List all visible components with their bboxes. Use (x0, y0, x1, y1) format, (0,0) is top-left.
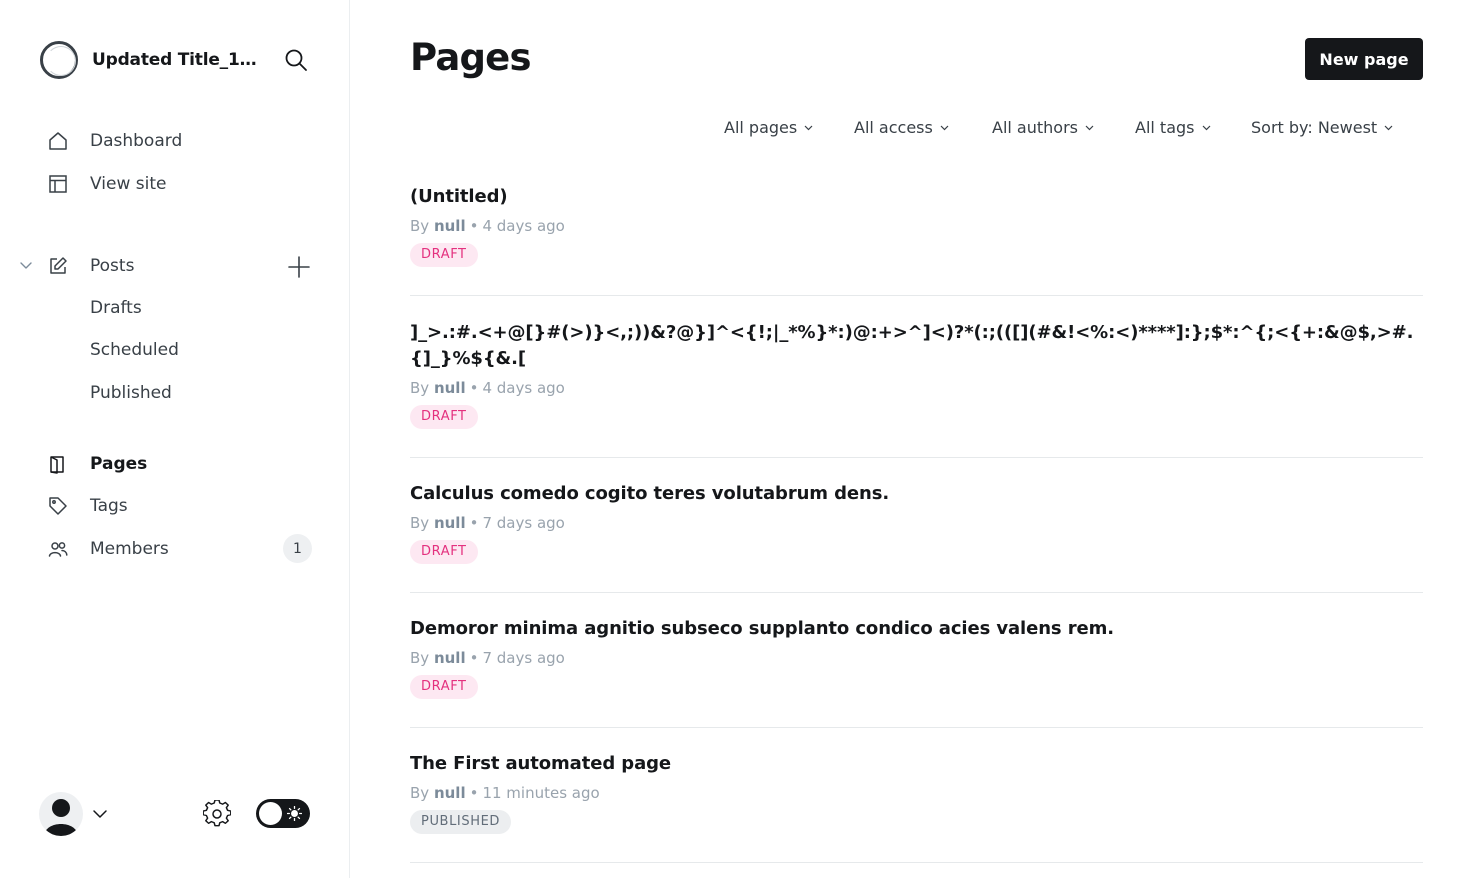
chevron-down-icon (1384, 125, 1393, 131)
post-author: null (433, 649, 466, 667)
toggle-knob (259, 802, 282, 825)
post-meta: By null • 4 days ago (410, 217, 565, 235)
post-by: By (410, 649, 430, 667)
nav-dashboard[interactable]: Dashboard (40, 124, 320, 158)
home-icon (49, 132, 67, 150)
post-title: Demoror minima agnitio subseco supplanto… (410, 618, 1114, 639)
post-time: 7 days ago (482, 649, 565, 667)
new-page-button[interactable]: New page (1305, 38, 1423, 80)
post-author: null (433, 784, 466, 802)
chevron-down-icon[interactable] (18, 257, 34, 273)
nav-drafts[interactable]: Drafts (90, 298, 142, 318)
nav-posts-label: Posts (90, 256, 135, 276)
filter-all-authors-label: All authors (992, 118, 1078, 137)
site-title[interactable]: Updated Title_17... (92, 50, 264, 70)
site-logo-icon[interactable] (40, 41, 78, 79)
post-time: 11 minutes ago (482, 784, 600, 802)
chevron-down-icon (1085, 125, 1094, 131)
plus-icon[interactable] (286, 254, 312, 280)
post-title: Calculus comedo cogito teres volutabrum … (410, 483, 890, 504)
nav-dashboard-label: Dashboard (90, 131, 183, 151)
theme-toggle[interactable] (256, 799, 310, 828)
avatar-icon[interactable] (39, 792, 83, 836)
post-meta: By null • 11 minutes ago (410, 784, 600, 802)
list-item[interactable]: Demoror minima agnitio subseco supplanto… (410, 616, 1423, 728)
post-by: By (410, 514, 430, 532)
layout-icon (49, 175, 67, 193)
filter-all-tags-label: All tags (1135, 118, 1195, 137)
post-title: The First automated page (410, 753, 672, 774)
nav-pages[interactable]: Pages (40, 447, 320, 481)
nav-pages-label: Pages (90, 454, 148, 474)
main-content: Pages New page All pages All access All … (350, 0, 1483, 878)
edit-icon (50, 257, 67, 274)
post-time: 4 days ago (482, 379, 565, 397)
site-header: Updated Title_17... (40, 40, 320, 80)
post-by: By (410, 379, 430, 397)
status-badge: DRAFT (410, 405, 478, 429)
post-meta: By null • 4 days ago (410, 379, 565, 397)
sidebar: Updated Title_17... Dashboard View site … (0, 0, 350, 878)
nav-view-site[interactable]: View site (40, 167, 320, 201)
filter-all-access[interactable]: All access (854, 118, 949, 137)
list-item[interactable]: Calculus comedo cogito teres volutabrum … (410, 481, 1423, 593)
page-icon (50, 456, 64, 474)
filter-all-authors[interactable]: All authors (992, 118, 1094, 137)
nav-scheduled[interactable]: Scheduled (90, 340, 179, 360)
chevron-down-icon (940, 125, 949, 131)
filter-all-access-label: All access (854, 118, 933, 137)
members-count-badge: 1 (283, 534, 312, 563)
chevron-down-icon (804, 125, 813, 131)
nav-posts[interactable]: Posts (40, 249, 280, 283)
page-title: Pages (410, 36, 532, 79)
post-author: null (433, 514, 466, 532)
nav-tags-label: Tags (90, 496, 128, 516)
filter-sort-label: Sort by: Newest (1251, 118, 1378, 137)
nav-tags[interactable]: Tags (40, 489, 320, 523)
filter-all-tags[interactable]: All tags (1135, 118, 1211, 137)
post-meta: By null • 7 days ago (410, 514, 565, 532)
tag-icon (49, 497, 67, 515)
post-time: 4 days ago (482, 217, 565, 235)
nav-view-site-label: View site (90, 174, 167, 194)
nav-members-label: Members (90, 539, 169, 559)
post-by: By (410, 784, 430, 802)
post-author: null (433, 379, 466, 397)
post-title: ]_>.:#.<+@[}#(>)}<,;))&?@}]^<{!;|_*%}*:)… (410, 322, 1414, 369)
nav-members[interactable]: Members (40, 532, 320, 566)
search-icon[interactable] (284, 48, 308, 72)
gear-icon[interactable] (203, 800, 231, 828)
list-item[interactable]: (Untitled) By null • 4 days ago DRAFT (410, 184, 1423, 296)
chevron-down-icon[interactable] (92, 806, 108, 822)
list-item[interactable]: ]_>.:#.<+@[}#(>)}<,;))&?@}]^<{!;|_*%}*:)… (410, 320, 1423, 458)
post-by: By (410, 217, 430, 235)
post-title: (Untitled) (410, 186, 508, 207)
post-author: null (433, 217, 466, 235)
filter-all-pages-label: All pages (724, 118, 798, 137)
filter-all-pages[interactable]: All pages (724, 118, 813, 137)
status-badge: DRAFT (410, 243, 478, 267)
status-badge: DRAFT (410, 540, 478, 564)
filter-sort[interactable]: Sort by: Newest (1251, 118, 1393, 137)
members-icon (48, 542, 68, 557)
chevron-down-icon (1202, 125, 1210, 131)
status-badge: DRAFT (410, 675, 478, 699)
nav-published[interactable]: Published (90, 383, 172, 403)
post-meta: By null • 7 days ago (410, 649, 565, 667)
sun-icon (287, 806, 302, 821)
post-time: 7 days ago (482, 514, 565, 532)
list-item[interactable]: The First automated page By null • 11 minu… (410, 751, 1423, 863)
status-badge: PUBLISHED (410, 810, 512, 834)
